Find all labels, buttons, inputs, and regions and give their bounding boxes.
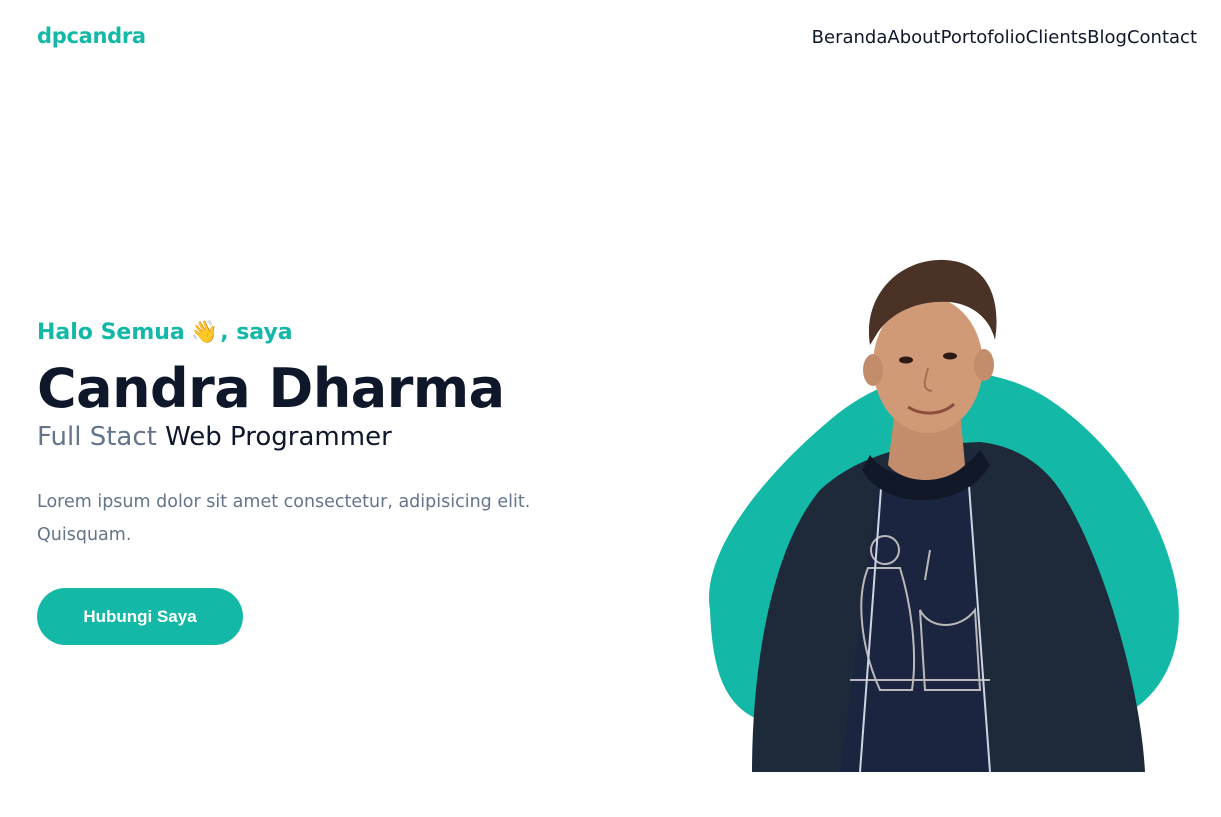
- nav-item-about[interactable]: About: [887, 27, 940, 48]
- role-title: Web Programmer: [165, 422, 392, 452]
- hero-greeting: Halo Semua 👋, saya: [37, 318, 597, 348]
- hero-description: Lorem ipsum dolor sit amet consectetur, …: [37, 492, 531, 545]
- hero-visual: [690, 250, 1210, 775]
- contact-me-button[interactable]: Hubungi Saya: [37, 588, 243, 645]
- greeting-suffix: , saya: [220, 320, 293, 345]
- nav-menu: Beranda About Portofolio Clients Blog Co…: [812, 27, 1197, 48]
- nav-item-clients[interactable]: Clients: [1026, 27, 1088, 48]
- hero-illustration: [709, 259, 1179, 773]
- hero-role: Full Stact Web Programmer: [37, 420, 597, 454]
- nav-item-beranda[interactable]: Beranda: [812, 27, 888, 48]
- nav-item-portofolio[interactable]: Portofolio: [941, 27, 1026, 48]
- site-logo[interactable]: dpcandra: [37, 24, 146, 48]
- hero-section: Halo Semua 👋, saya Candra Dharma Full Sta…: [37, 318, 597, 645]
- nav-item-contact[interactable]: Contact: [1127, 27, 1197, 48]
- navbar: dpcandra Beranda About Portofolio Client…: [0, 0, 1221, 78]
- waving-hand-icon: 👋: [190, 320, 219, 345]
- greeting-text: Halo Semua: [37, 320, 185, 345]
- hero-name: Candra Dharma: [37, 357, 505, 420]
- nav-item-blog[interactable]: Blog: [1087, 27, 1127, 48]
- role-prefix: Full Stact: [37, 422, 157, 452]
